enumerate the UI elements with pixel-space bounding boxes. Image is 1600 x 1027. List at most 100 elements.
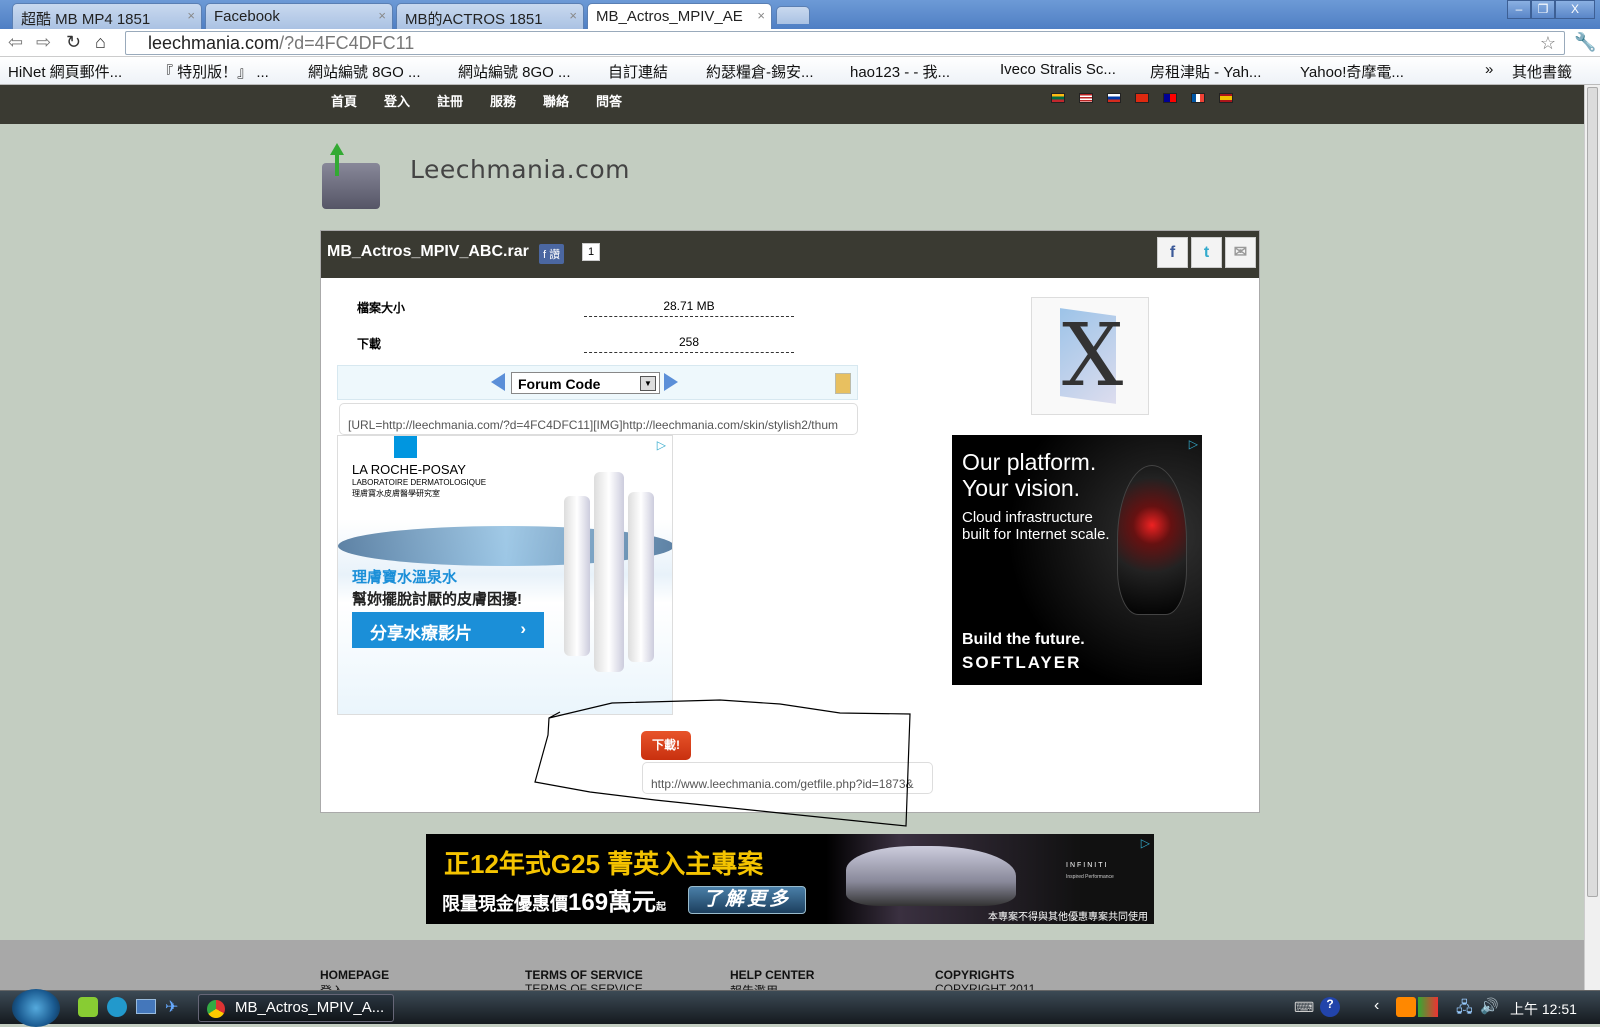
clipboard-icon[interactable] — [835, 373, 851, 394]
downloads-label: 下載 — [357, 337, 382, 351]
file-size-value: 28.71 MB — [584, 299, 794, 317]
star-icon[interactable]: ☆ — [1540, 32, 1556, 54]
bookmark[interactable]: hao123 - - 我... — [850, 61, 950, 82]
qq-icon[interactable] — [78, 997, 98, 1017]
ad-brand: LA ROCHE-POSAY — [352, 462, 466, 477]
download-link-field[interactable]: http://www.leechmania.com/getfile.php?id… — [642, 762, 933, 794]
tab-label: Facebook — [214, 8, 280, 25]
flag-usa-icon[interactable] — [1079, 93, 1093, 103]
taskbar-window-chrome[interactable]: MB_Actros_MPIV_A... — [198, 994, 394, 1022]
bookmark[interactable]: HiNet 網頁郵件... — [8, 61, 122, 82]
flag-france-icon[interactable] — [1191, 93, 1205, 103]
address-bar[interactable]: leechmania.com/?d=4FC4DFC11 ☆ — [125, 31, 1565, 55]
tray-app-icon[interactable] — [1418, 997, 1438, 1017]
reload-icon[interactable]: ↻ — [66, 32, 81, 53]
ad-la-roche-posay[interactable]: ▷ LA ROCHE-POSAY LABORATOIRE DERMATOLOGI… — [337, 435, 673, 715]
close-icon[interactable]: × — [757, 8, 765, 23]
adchoices-icon[interactable]: ▷ — [657, 438, 666, 452]
footer-heading: HOMEPAGE — [320, 968, 390, 982]
tray-app-icon[interactable] — [1396, 997, 1416, 1017]
ad-softlayer[interactable]: ▷ Our platform. Your vision. Cloud infras… — [952, 435, 1202, 685]
footer-heading: COPYRIGHTS — [935, 968, 1015, 982]
code-selector-bar: Forum Code ▼ — [337, 365, 858, 400]
forum-code-field[interactable]: [URL=http://leechmania.com/?d=4FC4DFC11]… — [339, 403, 858, 435]
twitter-share-icon[interactable]: t — [1191, 237, 1222, 268]
tab-3[interactable]: MB的ACTROS 1851 × — [396, 3, 584, 29]
bookmark[interactable]: 約瑟糧倉-錫安... — [706, 61, 814, 82]
nav-contact[interactable]: 聯絡 — [543, 91, 569, 110]
bookmark[interactable]: 『 特別版！』 ... — [158, 61, 269, 82]
url-path: /?d=4FC4DFC11 — [279, 33, 415, 53]
chevron-down-icon[interactable]: ▼ — [640, 376, 656, 391]
tab-label: 超酷 MB MP4 1851 — [21, 11, 151, 28]
tab-label: MB的ACTROS 1851 — [405, 11, 543, 28]
ad-infiniti-banner[interactable]: ▷ 正12年式G25 菁英入主專案 限量現金優惠價169萬元起 了解更多 INF… — [426, 834, 1154, 924]
ad-text: LABORATOIRE DERMATOLOGIQUE — [352, 478, 487, 487]
help-icon[interactable]: ? — [1320, 997, 1340, 1017]
facebook-share-icon[interactable]: f — [1157, 237, 1188, 268]
chevron-left-icon[interactable]: ‹ — [1374, 997, 1379, 1015]
forward-icon[interactable]: ⇨ — [36, 32, 51, 53]
ad-text: built for Internet scale. — [962, 526, 1110, 543]
tab-active[interactable]: MB_Actros_MPIV_AE × — [587, 3, 772, 30]
site-logo-icon[interactable] — [320, 143, 385, 210]
bookmark[interactable]: 自訂連結 — [608, 61, 668, 82]
nav-faq[interactable]: 問答 — [596, 91, 622, 110]
home-icon[interactable]: ⌂ — [95, 32, 106, 53]
minimize-button[interactable]: – — [1507, 0, 1531, 19]
flag-taiwan-icon[interactable] — [1163, 93, 1177, 103]
file-name: MB_Actros_MPIV_ABC.rar — [327, 243, 529, 260]
other-bookmarks[interactable]: 其他書籤 — [1512, 61, 1572, 82]
bookmark[interactable]: Iveco Stralis Sc... — [1000, 61, 1116, 78]
clock[interactable]: 上午 12:51 — [1510, 999, 1577, 1019]
scroll-thumb[interactable] — [1587, 87, 1598, 897]
network-icon[interactable]: 🖧 — [1456, 997, 1473, 1022]
start-button[interactable] — [12, 989, 60, 1027]
close-icon[interactable]: × — [569, 8, 577, 23]
nav-home[interactable]: 首頁 — [331, 91, 357, 110]
share-icon[interactable]: ✉ — [1225, 237, 1256, 268]
taskbar: ✈ MB_Actros_MPIV_A... ⌨ ? ‹ 🖧 🔊 上午 12:51 — [0, 989, 1600, 1027]
nav-register[interactable]: 註冊 — [437, 91, 463, 110]
messenger-icon[interactable]: ✈ — [165, 997, 178, 1017]
ad-text: Build the future. — [962, 631, 1085, 648]
keyboard-icon[interactable]: ⌨ — [1294, 999, 1314, 1016]
x-icon: X — [1062, 306, 1124, 406]
bookmark[interactable]: 房租津貼 - Yah... — [1150, 61, 1261, 82]
close-icon[interactable]: × — [187, 8, 195, 23]
back-icon[interactable]: ⇦ — [8, 32, 23, 53]
new-tab-button[interactable] — [776, 6, 810, 24]
adchoices-icon[interactable]: ▷ — [1141, 836, 1150, 850]
media-player-icon[interactable] — [107, 997, 127, 1017]
download-button[interactable]: 下載! — [641, 731, 691, 760]
arrow-right-icon[interactable] — [664, 373, 678, 391]
ad-cta-button[interactable]: 了解更多 — [688, 886, 806, 914]
ad-text: Inspired Performance — [1066, 874, 1114, 880]
tab-1[interactable]: 超酷 MB MP4 1851 × — [12, 3, 202, 29]
arrow-left-icon[interactable] — [491, 373, 505, 391]
bookmark[interactable]: Yahoo!奇摩電... — [1300, 61, 1404, 82]
tab-facebook[interactable]: Facebook × — [205, 3, 393, 29]
restore-button[interactable]: ❐ — [1531, 0, 1555, 19]
bookmarks-more-button[interactable]: » — [1485, 61, 1493, 78]
ad-cta-button[interactable]: 分享水療影片 › — [352, 612, 544, 648]
flag-lithuania-icon[interactable] — [1051, 93, 1065, 103]
adchoices-icon[interactable]: ▷ — [1189, 437, 1198, 451]
nav-login[interactable]: 登入 — [384, 91, 410, 110]
bookmark[interactable]: 網站編號 8GO ... — [308, 61, 421, 82]
flag-spain-icon[interactable] — [1219, 93, 1233, 103]
wrench-icon[interactable]: 🔧 — [1574, 32, 1596, 53]
footer-heading: TERMS OF SERVICE — [525, 968, 643, 982]
nav-services[interactable]: 服務 — [490, 91, 516, 110]
scrollbar[interactable] — [1584, 85, 1600, 990]
flag-china-icon[interactable] — [1135, 93, 1149, 103]
flag-russia-icon[interactable] — [1107, 93, 1121, 103]
volume-icon[interactable]: 🔊 — [1480, 997, 1499, 1015]
show-desktop-icon[interactable] — [136, 999, 156, 1014]
site-title[interactable]: Leechmania.com — [410, 155, 630, 184]
close-icon[interactable]: × — [378, 8, 386, 23]
code-type-select[interactable]: Forum Code ▼ — [511, 372, 660, 394]
bookmark[interactable]: 網站編號 8GO ... — [458, 61, 571, 82]
close-window-button[interactable]: X — [1555, 0, 1595, 19]
facebook-like-button[interactable]: f 讚 — [539, 244, 565, 264]
